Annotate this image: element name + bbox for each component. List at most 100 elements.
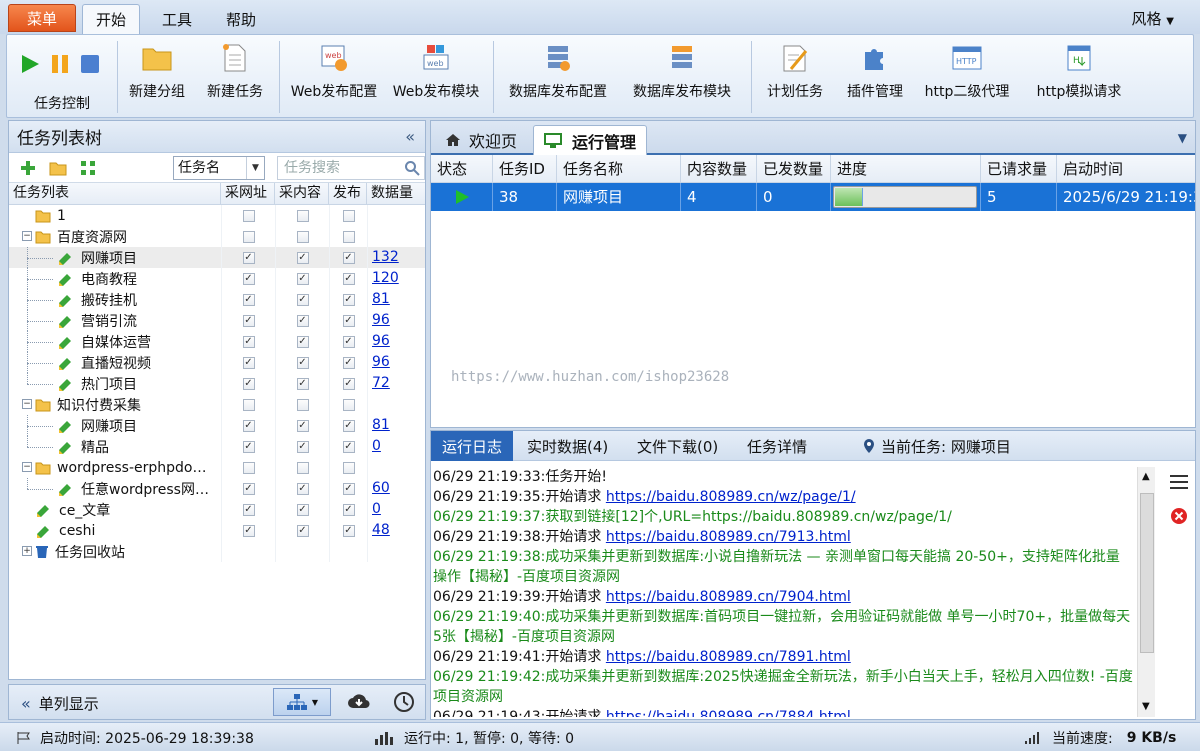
tab-tools[interactable]: 工具	[148, 4, 206, 34]
search-icon[interactable]	[404, 160, 420, 176]
data-count-link[interactable]: 120	[372, 270, 399, 286]
checkbox[interactable]	[296, 398, 309, 411]
grid-col-status[interactable]: 状态	[431, 155, 493, 182]
table-row[interactable]: 直播短视频 ✓ ✓ ✓ 96	[9, 352, 425, 373]
checkbox[interactable]: ✓	[296, 524, 309, 537]
checkbox[interactable]: ✓	[296, 356, 309, 369]
log-link[interactable]: https://baidu.808989.cn/7913.html	[606, 529, 851, 545]
clock-icon[interactable]	[393, 691, 415, 713]
checkbox[interactable]	[296, 209, 309, 222]
checkbox[interactable]: ✓	[242, 356, 255, 369]
tree-view-dropdown[interactable]: ▼	[273, 688, 331, 716]
checkbox[interactable]: ✓	[242, 419, 255, 432]
tab-realtime-data[interactable]: 实时数据(4)	[519, 431, 616, 461]
checkbox[interactable]: ✓	[242, 503, 255, 516]
search-field-select[interactable]: 任务名 ▼	[173, 156, 265, 180]
log-link[interactable]: https://baidu.808989.cn/7891.html	[606, 649, 851, 665]
data-count-link[interactable]: 72	[372, 375, 390, 391]
http-proxy-button[interactable]: HTTP http二级代理	[917, 41, 1017, 101]
tree-expander[interactable]: −	[22, 231, 32, 241]
checkbox[interactable]: ✓	[342, 335, 355, 348]
table-row[interactable]: − wordpress-erphpdo…	[9, 457, 425, 478]
web-publish-config-button[interactable]: web Web发布配置	[289, 41, 379, 101]
collapse-icon[interactable]: «	[405, 127, 415, 146]
style-menu[interactable]: 风格 ▼	[1132, 8, 1175, 29]
checkbox[interactable]: ✓	[296, 377, 309, 390]
checkbox[interactable]: ✓	[242, 272, 255, 285]
tree-node[interactable]: 精品	[57, 436, 109, 457]
checkbox[interactable]: ✓	[342, 272, 355, 285]
table-row[interactable]: 营销引流 ✓ ✓ ✓ 96	[9, 310, 425, 331]
tree-node[interactable]: 搬砖挂机	[57, 289, 137, 310]
tab-file-download[interactable]: 文件下载(0)	[629, 431, 726, 461]
tab-list-chevron-icon[interactable]: ▼	[1178, 131, 1187, 145]
checkbox[interactable]	[342, 461, 355, 474]
column-task-list[interactable]: 任务列表	[9, 183, 221, 204]
stop-icon[interactable]	[79, 53, 101, 75]
checkbox[interactable]: ✓	[342, 440, 355, 453]
checkbox[interactable]: ✓	[242, 335, 255, 348]
open-folder-icon[interactable]	[49, 159, 67, 177]
web-publish-module-button[interactable]: web Web发布模块	[391, 41, 481, 101]
table-row[interactable]: 38 网赚项目 4 0 5 2025/6/29 21:19:33	[431, 183, 1195, 211]
new-group-button[interactable]: 新建分组	[125, 41, 189, 101]
add-icon[interactable]	[19, 159, 37, 177]
checkbox[interactable]	[296, 230, 309, 243]
checkbox[interactable]: ✓	[242, 482, 255, 495]
table-row[interactable]: 搬砖挂机 ✓ ✓ ✓ 81	[9, 289, 425, 310]
tree-node[interactable]: 自媒体运营	[57, 331, 151, 352]
column-collect-content[interactable]: 采内容	[275, 183, 329, 204]
tree-node[interactable]: 热门项目	[57, 373, 137, 394]
checkbox[interactable]: ✓	[296, 440, 309, 453]
checkbox[interactable]: ✓	[342, 251, 355, 264]
data-count-link[interactable]: 96	[372, 354, 390, 370]
cloud-download-icon[interactable]	[347, 692, 371, 712]
log-link[interactable]: https://baidu.808989.cn/7904.html	[606, 589, 851, 605]
checkbox[interactable]: ✓	[342, 377, 355, 390]
tree-node[interactable]: 直播短视频	[57, 352, 151, 373]
checkbox[interactable]: ✓	[342, 356, 355, 369]
tree-node[interactable]: ceshi	[35, 520, 95, 541]
tab-welcome[interactable]: 欢迎页	[435, 125, 527, 155]
grid-col-published-count[interactable]: 已发数量	[757, 155, 831, 182]
table-row[interactable]: 网赚项目 ✓ ✓ ✓ 132	[9, 247, 425, 268]
tab-run-management[interactable]: 运行管理	[533, 125, 648, 155]
scheduled-task-button[interactable]: 计划任务	[759, 41, 831, 101]
checkbox[interactable]: ✓	[342, 482, 355, 495]
log-scrollbar-thumb[interactable]	[1140, 493, 1154, 653]
checkbox[interactable]: ✓	[342, 524, 355, 537]
checkbox[interactable]	[242, 209, 255, 222]
menu-button[interactable]: 菜单	[8, 4, 76, 32]
checkbox[interactable]: ✓	[296, 314, 309, 327]
data-count-link[interactable]: 96	[372, 312, 390, 328]
tree-expander[interactable]: +	[22, 546, 32, 556]
checkbox[interactable]: ✓	[342, 503, 355, 516]
data-count-link[interactable]: 81	[372, 417, 390, 433]
scroll-up-icon[interactable]: ▲	[1142, 471, 1150, 482]
grid-col-id[interactable]: 任务ID	[493, 155, 557, 182]
expand-all-icon[interactable]	[79, 159, 97, 177]
grid-col-start-time[interactable]: 启动时间	[1057, 155, 1195, 182]
data-count-link[interactable]: 132	[372, 249, 399, 265]
table-row[interactable]: 精品 ✓ ✓ ✓ 0	[9, 436, 425, 457]
new-task-button[interactable]: 新建任务	[203, 41, 267, 101]
checkbox[interactable]: ✓	[296, 482, 309, 495]
tree-node[interactable]: 网赚项目	[57, 415, 137, 436]
tree-node[interactable]: ce_文章	[35, 499, 110, 520]
tree-expander[interactable]: −	[22, 399, 32, 409]
column-publish[interactable]: 发布	[329, 183, 367, 204]
table-row[interactable]: 网赚项目 ✓ ✓ ✓ 81	[9, 415, 425, 436]
checkbox[interactable]: ✓	[242, 377, 255, 390]
checkbox[interactable]: ✓	[296, 335, 309, 348]
grid-col-progress[interactable]: 进度	[831, 155, 981, 182]
grid-col-requested[interactable]: 已请求量	[981, 155, 1057, 182]
table-row[interactable]: 电商教程 ✓ ✓ ✓ 120	[9, 268, 425, 289]
checkbox[interactable]	[296, 461, 309, 474]
tree-node[interactable]: 网赚项目	[57, 247, 137, 268]
scroll-down-icon[interactable]: ▼	[1142, 701, 1150, 712]
checkbox[interactable]	[242, 461, 255, 474]
column-data-count[interactable]: 数据量	[367, 183, 425, 204]
checkbox[interactable]: ✓	[242, 293, 255, 306]
checkbox[interactable]: ✓	[296, 503, 309, 516]
table-row[interactable]: ceshi ✓ ✓ ✓ 48	[9, 520, 425, 541]
